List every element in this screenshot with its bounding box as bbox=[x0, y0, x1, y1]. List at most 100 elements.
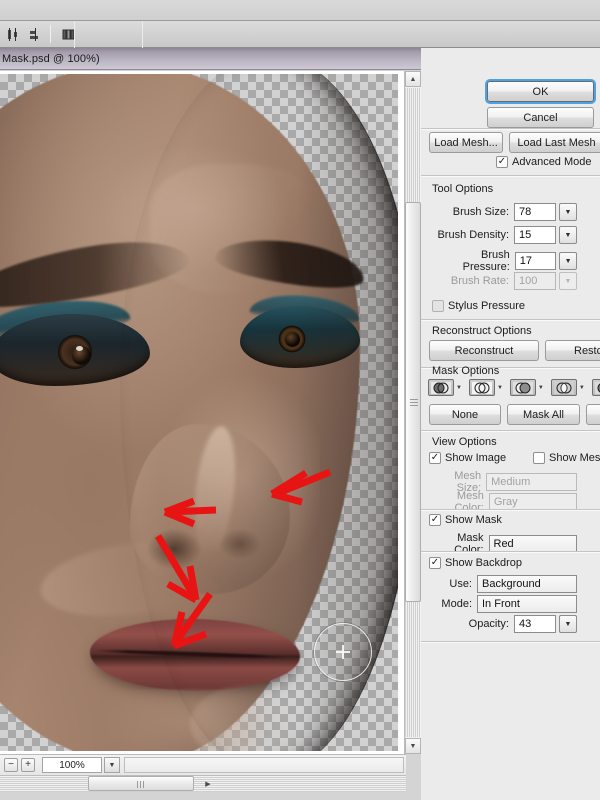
advanced-mode-checkbox[interactable]: ✓ Advanced Mode bbox=[496, 156, 592, 168]
backdrop-opacity-input[interactable]: 43 bbox=[514, 615, 556, 633]
brush-pressure-label: Brush Pressure: bbox=[462, 249, 510, 273]
reconstruct-buttons-row: Reconstruct Restore bbox=[429, 340, 600, 361]
brush-size-label: Brush Size: bbox=[452, 206, 509, 218]
plus-icon[interactable]: + bbox=[21, 758, 35, 772]
mask-replace-selection-icon[interactable] bbox=[428, 379, 454, 396]
brush-cursor bbox=[314, 623, 372, 681]
distribute-icon[interactable] bbox=[58, 24, 78, 44]
mesh-color-row: Mesh Color: Gray bbox=[432, 490, 577, 514]
brush-pressure-input[interactable]: 17 bbox=[514, 252, 557, 270]
mask-add-to-selection-icon[interactable] bbox=[468, 379, 495, 396]
show-mask-checkbox[interactable]: ✓ Show Mask bbox=[429, 514, 502, 526]
arrow-nose-left bbox=[158, 498, 220, 528]
mask-all-button[interactable]: Mask All bbox=[507, 404, 580, 425]
panel-divider-7 bbox=[421, 551, 600, 552]
mask-add-wrap[interactable]: ▼ bbox=[468, 379, 503, 396]
panel-divider-5 bbox=[421, 430, 600, 431]
stylus-pressure-checkbox[interactable]: ✓ Stylus Pressure bbox=[432, 300, 525, 312]
triangle-right-icon[interactable]: ▶ bbox=[200, 776, 216, 792]
mask-intersect-with-selection-icon[interactable] bbox=[550, 379, 577, 396]
mesh-color-label: Mesh Color: bbox=[454, 490, 484, 514]
arrow-lower-lip bbox=[166, 590, 222, 652]
backdrop-opacity-label: Opacity: bbox=[468, 618, 509, 630]
triangle-up-icon[interactable]: ▲ bbox=[405, 71, 421, 87]
image-canvas[interactable] bbox=[0, 71, 406, 754]
canvas-horizontal-scrollbar[interactable]: ▶ bbox=[0, 775, 406, 792]
arrow-cheek-upper bbox=[262, 468, 334, 506]
mask-subtract-wrap[interactable]: ▼ bbox=[509, 379, 544, 396]
ok-button[interactable]: OK bbox=[487, 81, 594, 102]
options-divider-1 bbox=[74, 21, 75, 48]
brush-size-chevron-down-icon[interactable]: ▼ bbox=[559, 203, 577, 221]
mask-buttons-row: None Mask All Inv bbox=[429, 404, 600, 425]
mask-intersect-wrap[interactable]: ▼ bbox=[550, 379, 585, 396]
mask-subtract-chevron-down-icon[interactable]: ▼ bbox=[538, 385, 544, 391]
mask-subtract-from-selection-icon[interactable] bbox=[509, 379, 536, 396]
brush-density-input[interactable]: 15 bbox=[514, 226, 556, 244]
reconstruct-options-title: Reconstruct Options bbox=[432, 325, 532, 337]
zoom-preset-chevron-down-icon[interactable]: ▼ bbox=[104, 757, 120, 773]
show-backdrop-label: Show Backdrop bbox=[445, 557, 523, 569]
panel-divider-8 bbox=[421, 641, 600, 642]
mask-add-chevron-down-icon[interactable]: ▼ bbox=[497, 385, 503, 391]
document-title: Mask.psd @ 100%) bbox=[2, 52, 100, 65]
toolbar-separator bbox=[50, 25, 51, 43]
checkbox-check-icon: ✓ bbox=[429, 452, 441, 464]
left-eye-catchlight bbox=[76, 346, 83, 351]
show-mask-label: Show Mask bbox=[445, 514, 502, 526]
cancel-button[interactable]: Cancel bbox=[487, 107, 594, 128]
backdrop-opacity-chevron-down-icon[interactable]: ▼ bbox=[559, 615, 577, 633]
vscroll-thumb[interactable] bbox=[405, 202, 421, 602]
brush-pressure-row: Brush Pressure: 17 ▼ bbox=[432, 249, 577, 273]
checkbox-check-icon: ✓ bbox=[429, 514, 441, 526]
mask-replace-chevron-down-icon[interactable]: ▼ bbox=[456, 385, 462, 391]
brush-density-row: Brush Density: 15 ▼ bbox=[432, 226, 577, 244]
mask-replace-wrap[interactable]: ▼ bbox=[428, 379, 462, 396]
checkbox-empty-icon: ✓ bbox=[432, 300, 444, 312]
hscroll-thumb[interactable] bbox=[88, 776, 194, 791]
load-mesh-button[interactable]: Load Mesh... bbox=[429, 132, 503, 153]
backdrop-use-label: Use: bbox=[449, 578, 472, 590]
panel-divider-2 bbox=[421, 175, 600, 176]
mask-none-button[interactable]: None bbox=[429, 404, 501, 425]
mesh-buttons-row: Load Mesh... Load Last Mesh Sav bbox=[429, 132, 600, 153]
hscroll-grip-icon bbox=[137, 781, 145, 788]
status-info-field bbox=[124, 757, 404, 773]
align-horizontal-center-icon[interactable] bbox=[26, 24, 46, 44]
show-image-checkbox[interactable]: ✓ Show Image bbox=[429, 452, 506, 464]
restore-all-button[interactable]: Restore bbox=[545, 340, 600, 361]
brush-rate-row: Brush Rate: 100 ▼ bbox=[432, 272, 577, 290]
mask-invert-wrap[interactable]: ▼ bbox=[591, 379, 600, 396]
mask-color-label: Mask Color: bbox=[454, 532, 484, 556]
reconstruct-button[interactable]: Reconstruct bbox=[429, 340, 539, 361]
photoshop-liquify-window: Mask.psd @ 100%) ▲ ▼ − + 100% ▼ ▶ OK Can… bbox=[0, 0, 600, 800]
show-mesh-label: Show Mesh bbox=[549, 452, 600, 464]
panel-divider-3 bbox=[421, 319, 600, 320]
minus-icon[interactable]: − bbox=[4, 758, 18, 772]
align-vertical-center-icon[interactable] bbox=[3, 24, 23, 44]
backdrop-mode-select[interactable]: In Front bbox=[477, 595, 577, 613]
mask-intersect-chevron-down-icon[interactable]: ▼ bbox=[579, 385, 585, 391]
brush-rate-input: 100 bbox=[514, 272, 556, 290]
zoom-level-value[interactable]: 100% bbox=[42, 757, 102, 773]
brush-pressure-chevron-down-icon[interactable]: ▼ bbox=[559, 252, 577, 270]
brush-density-label: Brush Density: bbox=[437, 229, 509, 241]
options-toolbar bbox=[0, 21, 600, 48]
hscroll-track[interactable]: ▶ bbox=[0, 776, 406, 792]
options-divider-2 bbox=[142, 21, 143, 48]
mask-invert-all-button[interactable]: Inv bbox=[586, 404, 600, 425]
show-backdrop-checkbox[interactable]: ✓ Show Backdrop bbox=[429, 557, 522, 569]
backdrop-use-row: Use: Background bbox=[432, 575, 577, 593]
brush-size-input[interactable]: 78 bbox=[514, 203, 556, 221]
load-last-mesh-button[interactable]: Load Last Mesh bbox=[509, 132, 600, 153]
canvas-vertical-scrollbar[interactable]: ▲ ▼ bbox=[404, 71, 421, 754]
mask-invert-selection-icon[interactable] bbox=[591, 379, 600, 396]
backdrop-use-select[interactable]: Background bbox=[477, 575, 577, 593]
brush-density-chevron-down-icon[interactable]: ▼ bbox=[559, 226, 577, 244]
view-options-title: View Options bbox=[432, 436, 497, 448]
vscroll-track[interactable] bbox=[405, 88, 421, 737]
show-mesh-checkbox[interactable]: ✓ Show Mesh bbox=[533, 452, 600, 464]
mask-mode-icons-row: ▼ ▼ ▼ ▼ bbox=[428, 379, 600, 396]
triangle-down-icon[interactable]: ▼ bbox=[405, 738, 421, 754]
brush-rate-label: Brush Rate: bbox=[450, 275, 509, 287]
